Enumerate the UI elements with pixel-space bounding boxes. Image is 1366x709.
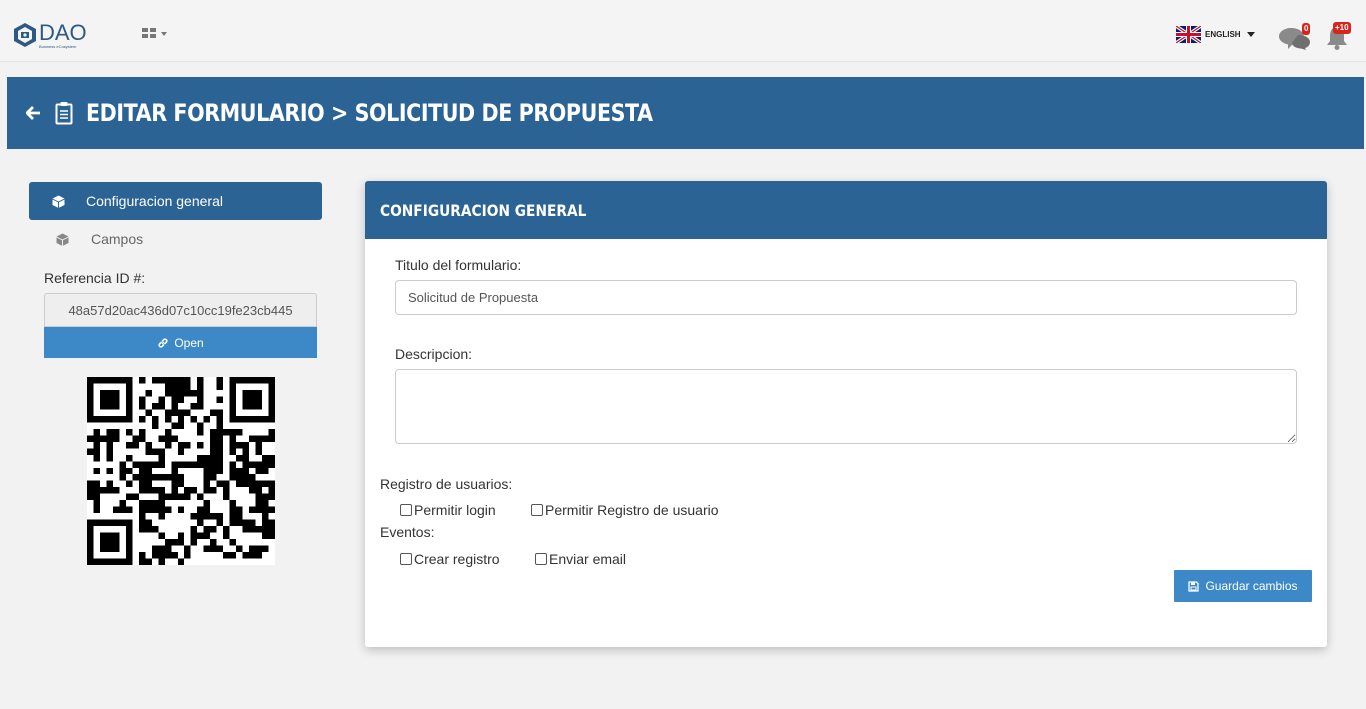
checkbox-box[interactable] [400, 504, 412, 516]
card-title: CONFIGURACION GENERAL [380, 200, 587, 220]
checkbox-box[interactable] [531, 504, 543, 516]
description-textarea[interactable] [395, 369, 1297, 444]
notifications-count-badge: +10 [1333, 22, 1351, 34]
allow-login-checkbox[interactable]: Permitir login [400, 502, 496, 518]
notifications-button[interactable]: +10 [1324, 22, 1351, 56]
sidebar-item-label: Configuracion general [86, 193, 223, 209]
form-title-input[interactable] [395, 280, 1297, 315]
clipboard-icon [55, 101, 73, 125]
floppy-disk-icon [1188, 580, 1200, 592]
page-title: EDITAR FORMULARIO > SOLICITUD DE PROPUES… [86, 99, 653, 127]
description-label: Descripcion: [395, 346, 473, 362]
general-config-card: CONFIGURACION GENERAL Titulo del formula… [365, 181, 1327, 647]
sidebar-item-campos[interactable]: Campos [29, 226, 322, 252]
checkbox-box[interactable] [535, 553, 547, 565]
card-header: CONFIGURACION GENERAL [365, 181, 1327, 239]
create-record-checkbox[interactable]: Crear registro [400, 551, 500, 567]
reference-id-label: Referencia ID #: [44, 270, 146, 286]
form-title-label: Titulo del formulario: [395, 257, 522, 273]
open-link-button[interactable]: Open [44, 327, 317, 358]
messages-button[interactable]: 0 [1278, 23, 1312, 55]
sidebar-item-configuracion-general[interactable]: Configuracion general [29, 182, 322, 220]
checkbox-label: Crear registro [414, 551, 500, 567]
brand-name: DAO [39, 20, 87, 45]
checkbox-box[interactable] [400, 553, 412, 565]
back-arrow-icon[interactable] [26, 106, 41, 120]
send-email-checkbox[interactable]: Enviar email [535, 551, 626, 567]
reference-id-field[interactable] [44, 293, 317, 327]
allow-user-registration-checkbox[interactable]: Permitir Registro de usuario [531, 502, 719, 518]
events-label: Eventos: [380, 524, 435, 540]
link-icon [158, 337, 168, 348]
checkbox-label: Permitir Registro de usuario [545, 502, 719, 518]
grid-icon [142, 28, 156, 38]
checkbox-label: Enviar email [549, 551, 627, 567]
dao-logo-icon [14, 23, 36, 47]
brand-logo[interactable]: DAO Business eCosystem [12, 22, 87, 49]
chevron-down-icon [1246, 32, 1255, 37]
save-changes-button[interactable]: Guardar cambios [1174, 570, 1312, 602]
chevron-down-icon [161, 31, 167, 36]
qr-code [87, 377, 275, 565]
page-header: EDITAR FORMULARIO > SOLICITUD DE PROPUES… [7, 77, 1364, 149]
uk-flag-icon [1176, 26, 1201, 43]
top-navbar: DAO Business eCosystem ENGLISH 0 +10 [0, 0, 1366, 62]
brand-tagline: Business eCosystem [39, 44, 77, 49]
cube-icon [56, 233, 69, 246]
messages-count-badge: 0 [1302, 23, 1311, 35]
open-button-label: Open [174, 335, 204, 350]
language-label: ENGLISH [1205, 30, 1241, 39]
checkbox-label: Permitir login [414, 502, 496, 518]
language-selector[interactable]: ENGLISH [1176, 26, 1255, 43]
apps-menu-button[interactable] [142, 28, 167, 39]
save-button-label: Guardar cambios [1205, 579, 1298, 593]
user-registration-label: Registro de usuarios: [380, 476, 513, 492]
sidebar-item-label: Campos [91, 231, 144, 247]
cube-icon [52, 195, 65, 208]
